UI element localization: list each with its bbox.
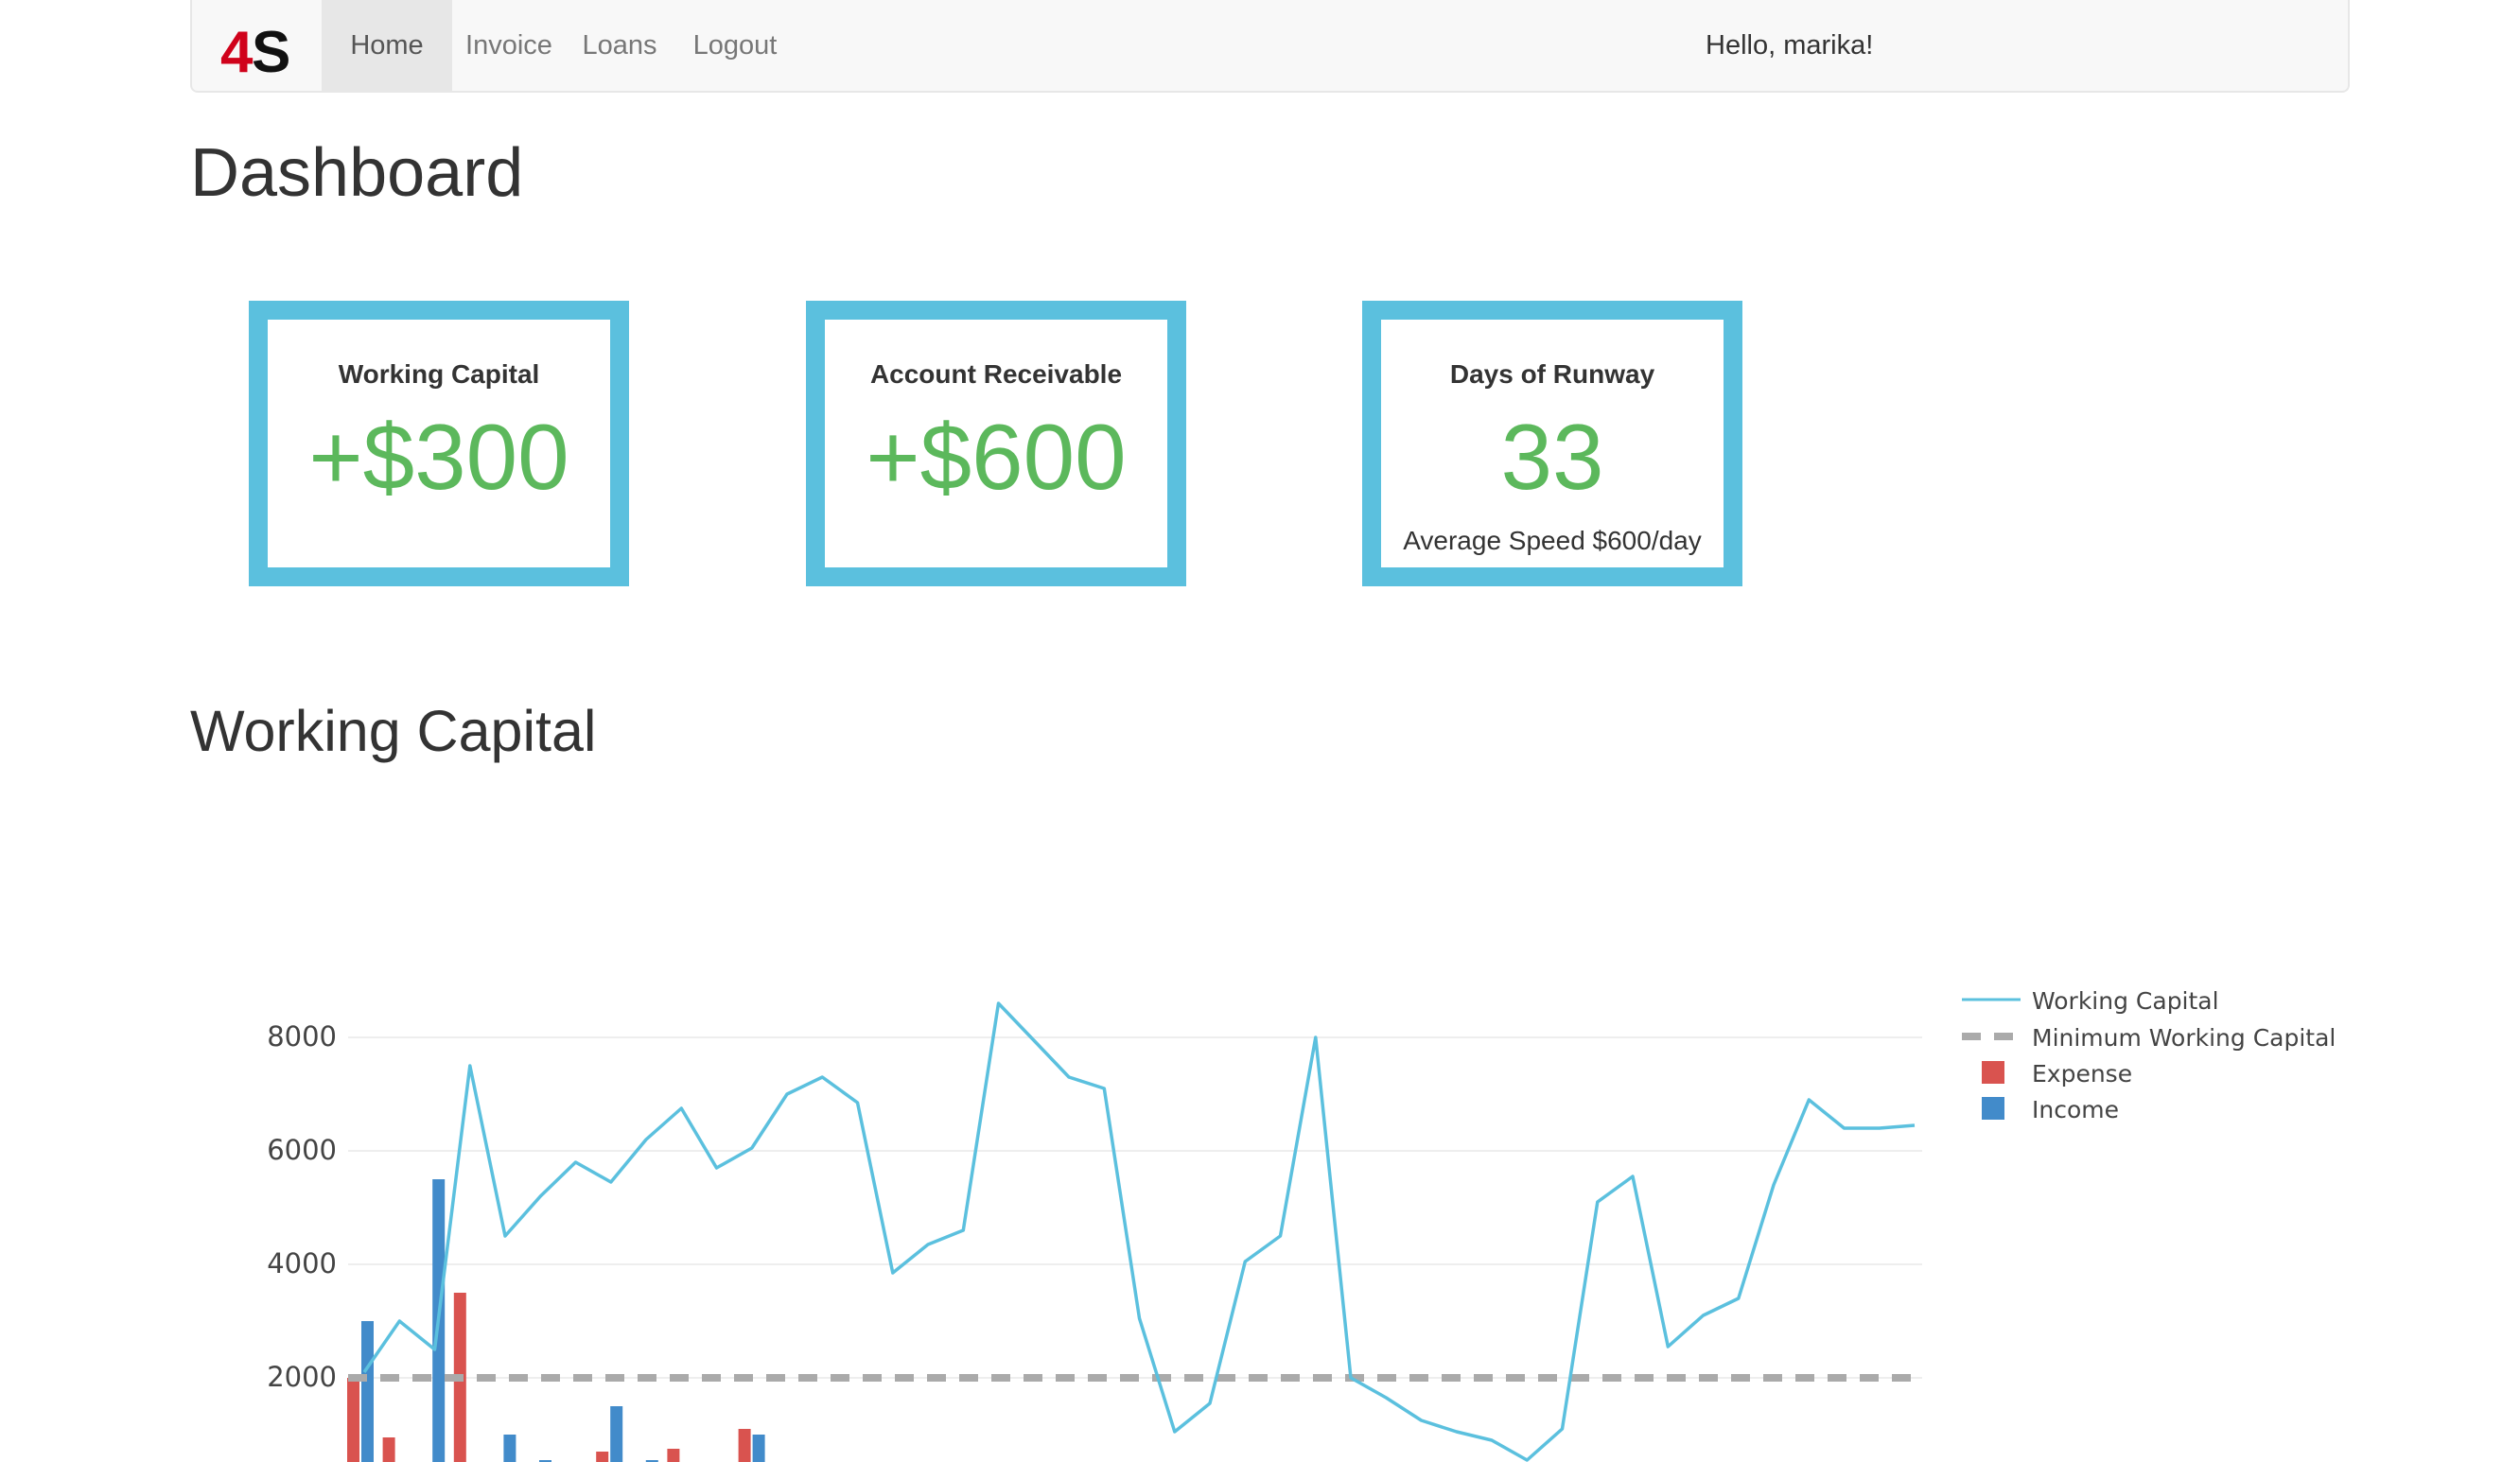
- expense-bar: [667, 1449, 680, 1462]
- y-tick: 6000: [267, 1134, 337, 1166]
- income-bar: [503, 1435, 516, 1462]
- expense-bar: [382, 1437, 395, 1462]
- y-tick: 2000: [267, 1361, 337, 1393]
- chart-bars: [347, 1179, 765, 1462]
- working-capital-chart: 8000 6000 4000 2000 Working Capital Mini…: [267, 987, 2336, 1462]
- income-bar: [752, 1435, 765, 1462]
- legend-label: Income: [2032, 1096, 2119, 1123]
- income-bar: [610, 1406, 623, 1462]
- income-bar: [361, 1321, 374, 1462]
- expense-bar: [347, 1378, 359, 1462]
- working-capital-line: [362, 1001, 1916, 1462]
- dashboard-page: 4 S Home Invoice Loans Logout Hello, mar…: [0, 0, 2520, 1462]
- chart-y-axis: 8000 6000 4000 2000: [267, 1020, 337, 1393]
- legend-swatch-income: [1982, 1097, 2004, 1120]
- chart-legend[interactable]: Working Capital Minimum Working Capital …: [1962, 987, 2336, 1123]
- chart-lines: [348, 1001, 1922, 1462]
- legend-swatch-expense: [1982, 1061, 2004, 1084]
- legend-label: Minimum Working Capital: [2032, 1024, 2336, 1052]
- expense-bar: [596, 1452, 609, 1462]
- y-tick: 8000: [267, 1020, 337, 1053]
- y-tick: 4000: [267, 1247, 337, 1279]
- legend-label: Expense: [2032, 1060, 2132, 1088]
- expense-bar: [738, 1429, 751, 1462]
- legend-label: Working Capital: [2032, 987, 2219, 1015]
- chart-gridlines: [348, 1036, 1922, 1379]
